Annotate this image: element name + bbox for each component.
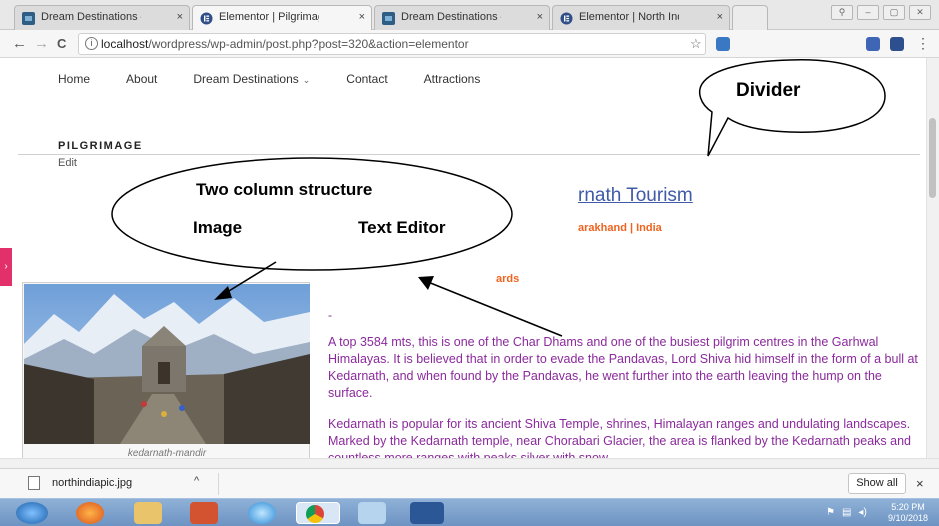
download-bar: northindiapic.jpg ^ Show all ×: [0, 468, 939, 498]
structure-callout-text-editor: Text Editor: [358, 218, 446, 237]
start-button-icon[interactable]: [16, 502, 48, 524]
horizontal-scrollbar[interactable]: [0, 458, 939, 468]
divider-callout-label: Divider: [736, 80, 801, 101]
clock-time: 5:20 PM: [891, 502, 925, 512]
arrow-head-icon: [214, 286, 232, 300]
structure-callout-bubble: [111, 157, 513, 271]
clock[interactable]: 5:20 PM 9/10/2018: [883, 502, 933, 524]
structure-callout-title: Two column structure: [196, 180, 373, 199]
structure-callout-image: Image: [193, 218, 243, 237]
network-icon[interactable]: ▤: [842, 507, 851, 518]
screen: Dream Destinations – BH × Elementor | Pi…: [0, 0, 939, 526]
firefox-icon[interactable]: [76, 502, 104, 524]
close-icon[interactable]: ×: [916, 476, 924, 491]
separator: [218, 473, 219, 495]
taskbar: ⚑ ▤ ◂) 5:20 PM 9/10/2018: [0, 498, 939, 526]
clock-date: 9/10/2018: [887, 513, 929, 523]
system-tray: ⚑ ▤ ◂): [826, 507, 867, 518]
callout-overlay: [111, 59, 886, 337]
flag-icon[interactable]: ⚑: [826, 507, 835, 518]
show-all-button[interactable]: Show all: [848, 473, 906, 494]
chevron-up-icon[interactable]: ^: [194, 475, 199, 487]
word-icon[interactable]: [410, 502, 444, 524]
paint-icon[interactable]: [358, 502, 386, 524]
folder-icon[interactable]: [134, 502, 162, 524]
internet-explorer-icon[interactable]: [248, 502, 276, 524]
chrome-taskbar-button[interactable]: [296, 502, 340, 524]
volume-icon[interactable]: ◂): [858, 507, 866, 518]
download-filename[interactable]: northindiapic.jpg: [52, 477, 132, 489]
arrow-to-text: [427, 281, 563, 337]
powerpoint-icon[interactable]: [190, 502, 218, 524]
divider-callout-bubble: [699, 59, 886, 157]
file-icon: [28, 476, 40, 490]
chrome-icon: [306, 505, 324, 523]
